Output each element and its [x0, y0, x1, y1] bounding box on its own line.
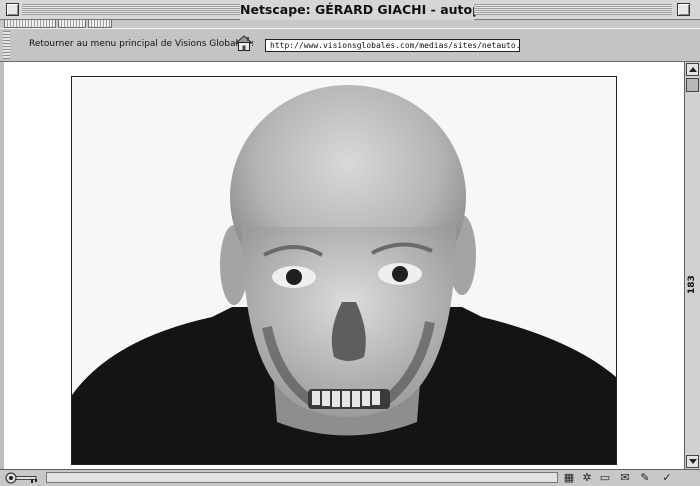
- toolbar-tabs: [0, 20, 700, 28]
- title-stripes: [22, 4, 240, 15]
- page-content: [4, 62, 684, 469]
- scroll-down-arrow-icon[interactable]: [686, 455, 699, 468]
- location-toolbar-tab[interactable]: [58, 20, 86, 28]
- security-key-icon[interactable]: [3, 471, 43, 485]
- close-box[interactable]: [6, 3, 19, 16]
- location-bar: Retourner au menu principal de Visions G…: [0, 28, 700, 62]
- window-title: Netscape: GÉRARD GIACHI - autoportrait.h…: [240, 0, 564, 20]
- pen-icon[interactable]: ✎: [638, 471, 652, 484]
- url-field[interactable]: http://www.visionsglobales.com/medias/si…: [265, 39, 520, 52]
- vertical-scrollbar[interactable]: 183: [684, 62, 700, 469]
- title-bar: Netscape: GÉRARD GIACHI - autoportrait.h…: [0, 0, 700, 20]
- scroll-thumb[interactable]: [686, 78, 699, 92]
- personal-toolbar-tab[interactable]: [88, 20, 112, 28]
- status-bar: ▦ ✲ ▭ ✉ ✎ ✓: [0, 469, 700, 486]
- chat-icon[interactable]: ✉: [618, 471, 632, 484]
- portrait-photo: [71, 76, 617, 465]
- zoom-box[interactable]: [677, 3, 690, 16]
- scroll-position-counter: 183: [687, 275, 697, 295]
- house-icon[interactable]: [234, 33, 254, 53]
- back-to-menu-label: Retourner au menu principal de Visions G…: [29, 39, 255, 49]
- navigation-toolbar-tab[interactable]: [4, 20, 56, 28]
- scroll-up-arrow-icon[interactable]: [686, 63, 699, 76]
- title-stripes: [474, 4, 672, 15]
- check-icon[interactable]: ✓: [660, 471, 674, 484]
- folder-icon[interactable]: ▭: [598, 471, 612, 484]
- component-icon[interactable]: ✲: [580, 471, 594, 484]
- progress-track: [46, 472, 558, 483]
- toolbar-grip[interactable]: [3, 31, 10, 59]
- grid-icon[interactable]: ▦: [562, 471, 576, 484]
